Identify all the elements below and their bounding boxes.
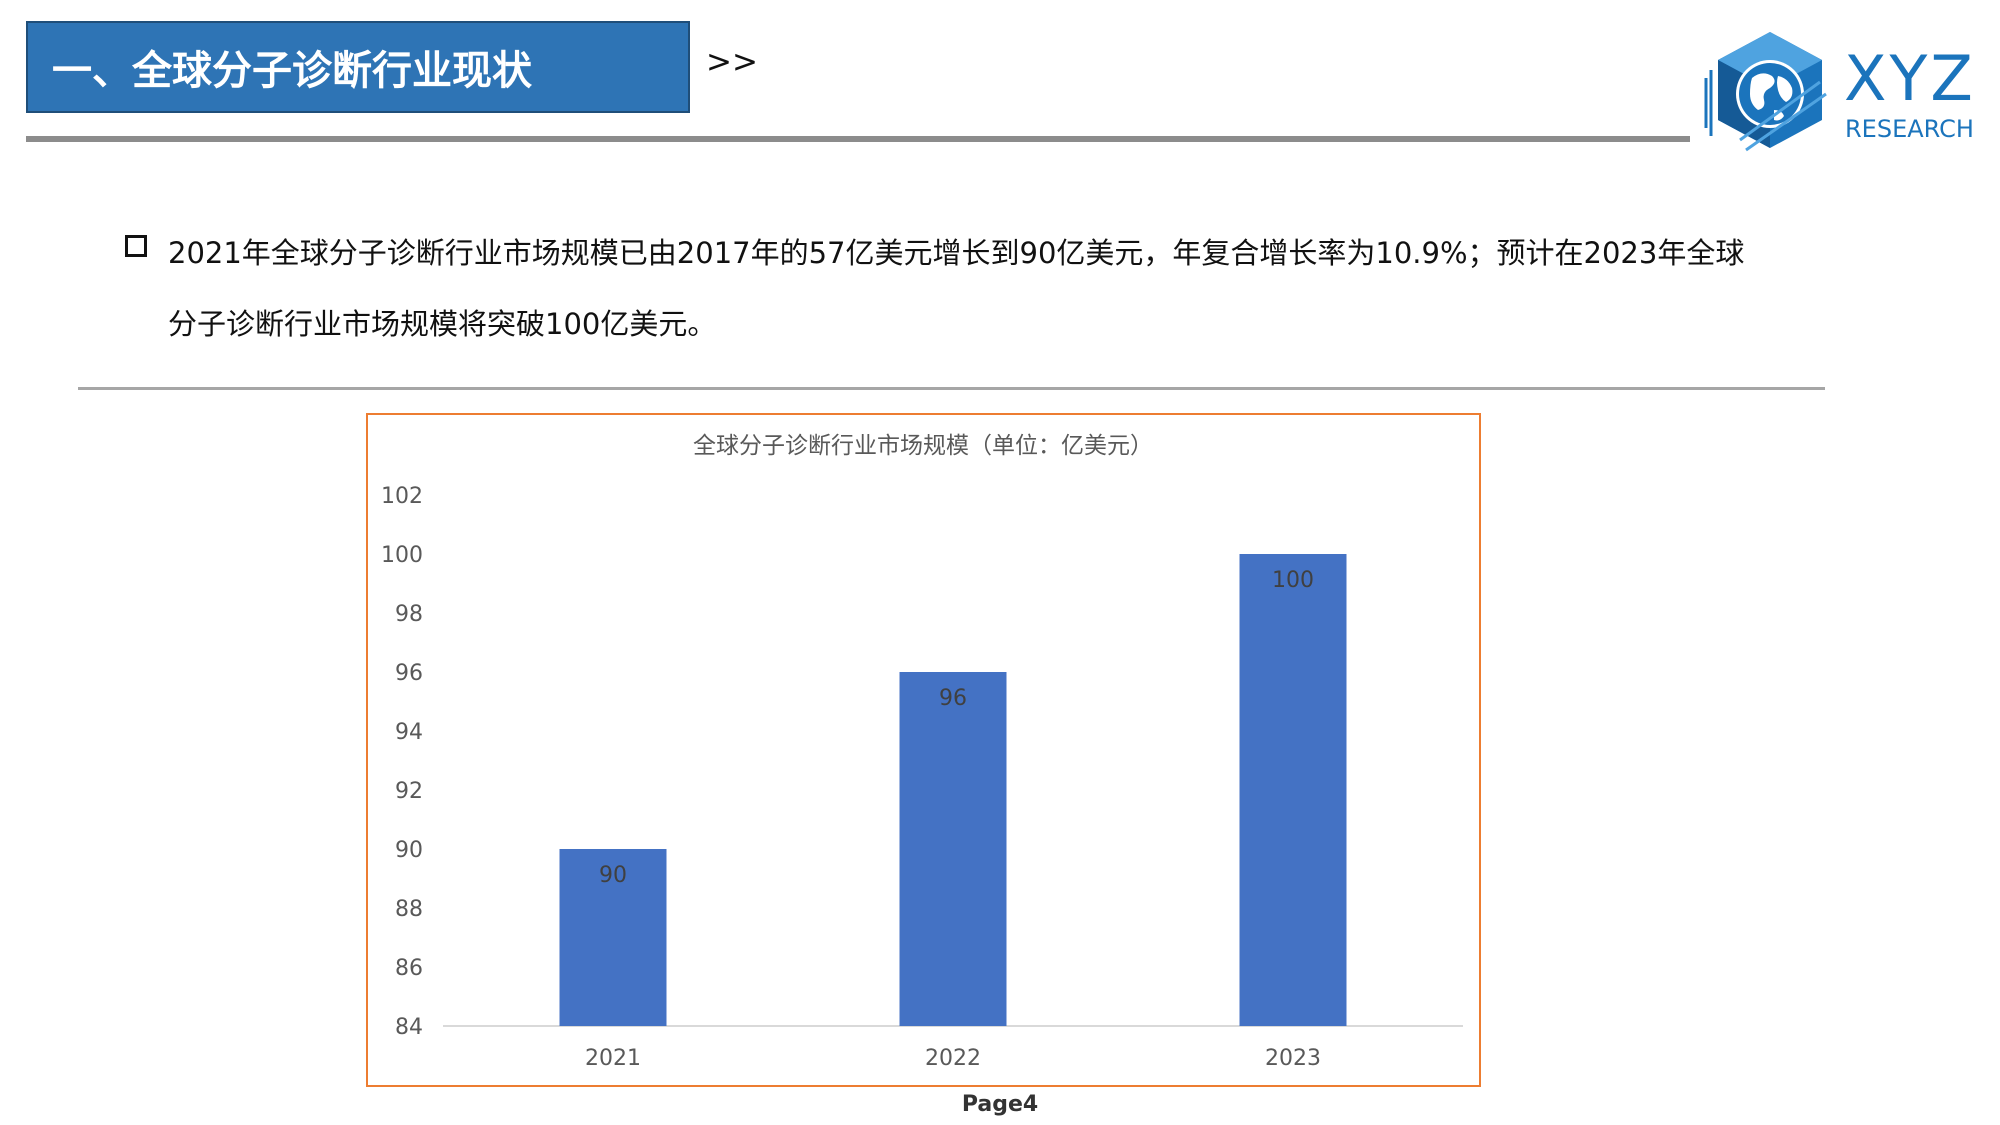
y-tick-label: 88 [395,897,423,922]
y-tick-label: 92 [395,779,423,804]
y-tick-label: 84 [395,1015,423,1040]
data-label-2023: 100 [1272,568,1314,593]
section-title-box: 一、全球分子诊断行业现状 [26,21,690,113]
content-divider [78,387,1825,390]
globe-cube-icon [1704,32,1827,152]
y-tick-label: 86 [395,956,423,981]
logo-subtitle: RESEARCH [1845,115,1974,143]
y-tick-label: 94 [395,720,423,745]
bar-chart: 全球分子诊断行业市场规模（单位：亿美元） 84 86 88 90 92 94 96 98 100 1… [381,433,1463,1071]
section-title: 一、全球分子诊断行业现状 [52,48,532,94]
chart-frame: 全球分子诊断行业市场规模（单位：亿美元） 84 86 88 90 92 94 96 98 100 1… [366,413,1481,1087]
bar-2023 [1239,554,1347,1026]
y-tick-label: 96 [395,661,423,686]
x-tick-label-2021: 2021 [585,1046,641,1071]
y-tick-label: 100 [381,543,423,568]
x-tick-label-2023: 2023 [1265,1046,1321,1071]
data-label-2021: 90 [599,863,627,888]
company-logo: XYZ RESEARCH [1700,20,1990,165]
page-number: Page4 [961,1092,1039,1117]
y-tick-label: 102 [381,484,423,509]
y-tick-label: 98 [395,602,423,627]
summary-paragraph: 2021年全球分子诊断行业市场规模已由2017年的57亿美元增长到90亿美元，年… [168,236,1745,341]
x-tick-label-2022: 2022 [925,1046,981,1071]
bullet-square-icon [125,235,147,257]
next-arrows: >> [706,44,758,80]
bar-2022 [899,672,1007,1026]
chart-title: 全球分子诊断行业市场规模（单位：亿美元） [693,433,1153,459]
header-divider [26,136,1690,142]
y-tick-label: 90 [395,838,423,863]
data-label-2022: 96 [939,686,967,711]
logo-wordmark: XYZ [1844,42,1976,115]
